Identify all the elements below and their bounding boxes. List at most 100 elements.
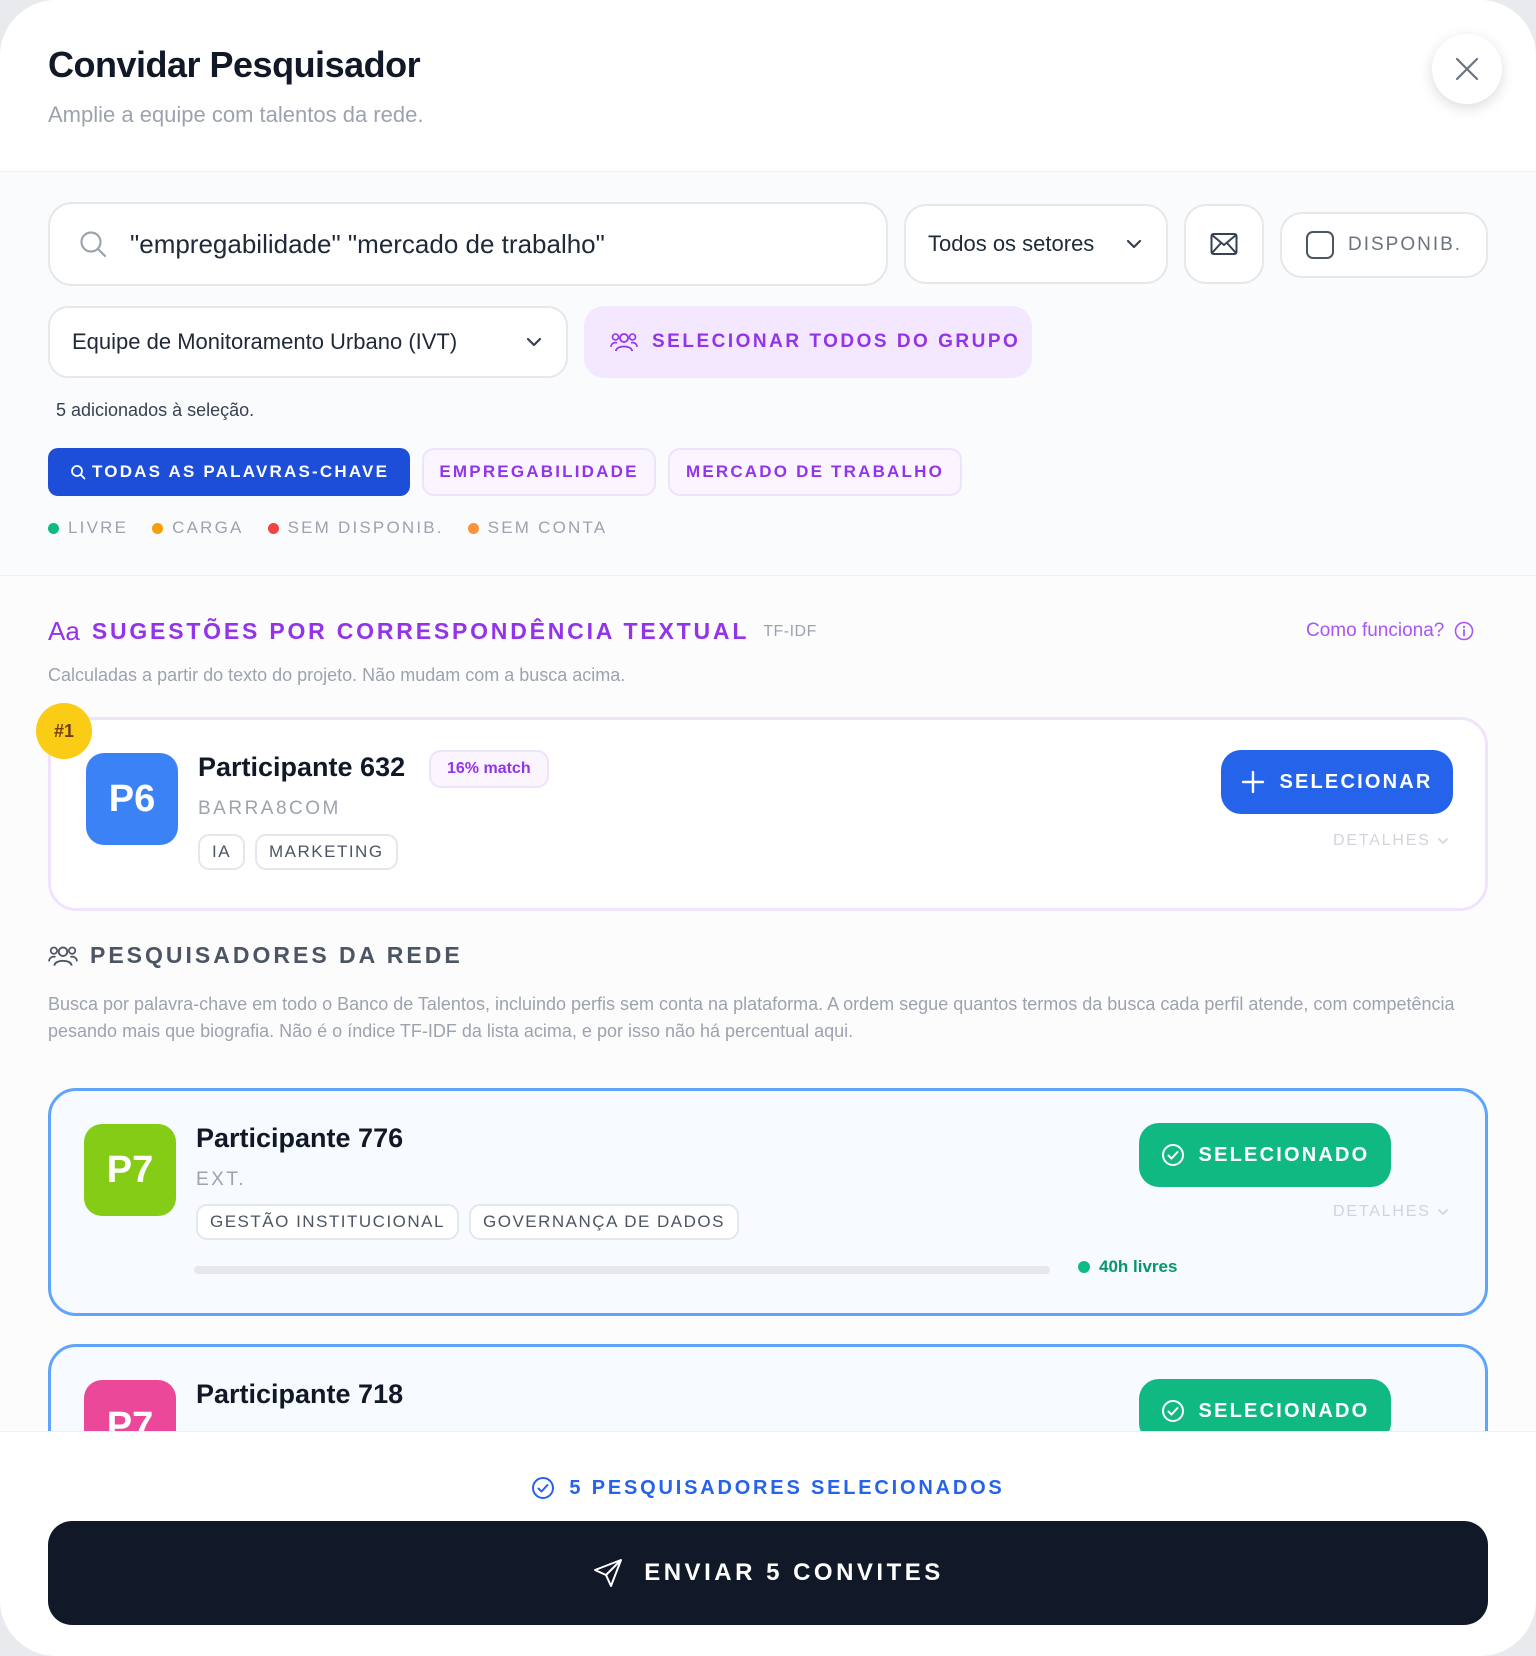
details-toggle[interactable]: DETALHES bbox=[1333, 1203, 1449, 1221]
send-icon bbox=[594, 1559, 623, 1587]
skill-tag: MARKETING bbox=[255, 834, 398, 870]
skill-tag: GOVERNANÇA DE DADOS bbox=[469, 1204, 739, 1240]
modal-subtitle: Amplie a equipe com talentos da rede. bbox=[48, 102, 424, 127]
availability-label: DISPONIB. bbox=[1348, 234, 1463, 255]
search-value: "empregabilidade" "mercado de trabalho" bbox=[130, 228, 605, 259]
legend-unavailable: SEM DISPONIB. bbox=[267, 518, 444, 538]
search-input[interactable]: "empregabilidade" "mercado de trabalho" bbox=[48, 202, 888, 286]
hours-indicator: 40h livres bbox=[1078, 1257, 1177, 1277]
network-header: PESQUISADORES DA REDE bbox=[48, 942, 463, 969]
info-icon bbox=[1455, 621, 1474, 641]
selected-label: SELECIONADO bbox=[1198, 1143, 1370, 1166]
filters-panel: "empregabilidade" "mercado de trabalho" … bbox=[0, 172, 1536, 576]
tfidf-badge: TF-IDF bbox=[763, 622, 817, 640]
selected-button[interactable]: SELECIONADO bbox=[1139, 1379, 1391, 1431]
select-label: SELECIONAR bbox=[1279, 770, 1433, 793]
chip-keyword-mercado-de-trabalho[interactable]: MERCADO DE TRABALHO bbox=[668, 448, 962, 496]
match-badge: 16% match bbox=[429, 750, 549, 788]
selected-count: 5 PESQUISADORES SELECIONADOS bbox=[0, 1476, 1536, 1500]
participant-name: Participante 632 bbox=[198, 752, 406, 782]
chevron-down-icon bbox=[1437, 838, 1448, 845]
send-invites-label: ENVIAR 5 CONVITES bbox=[644, 1559, 944, 1586]
sector-label: Todos os setores bbox=[928, 231, 1095, 256]
chip-label: MERCADO DE TRABALHO bbox=[685, 462, 945, 481]
legend-load: CARGA bbox=[152, 518, 243, 538]
how-it-works-label: Como funciona? bbox=[1306, 620, 1445, 641]
participant-org: BARRA8COM bbox=[198, 798, 341, 819]
check-circle-icon bbox=[1161, 1144, 1184, 1166]
close-button[interactable] bbox=[1432, 34, 1502, 104]
status-legend: LIVRE CARGA SEM DISPONIB. SEM CONTA bbox=[48, 518, 631, 538]
legend-label: LIVRE bbox=[68, 518, 129, 537]
chip-all-keywords[interactable]: TODAS AS PALAVRAS-CHAVE bbox=[48, 448, 410, 496]
group-label: Equipe de Monitoramento Urbano (IVT) bbox=[72, 329, 458, 354]
chip-all-label: TODAS AS PALAVRAS-CHAVE bbox=[92, 462, 390, 481]
selected-count-label: 5 PESQUISADORES SELECIONADOS bbox=[569, 1476, 1005, 1499]
modal-title: Convidar Pesquisador bbox=[48, 44, 421, 85]
check-circle-icon bbox=[1161, 1400, 1184, 1422]
modal-header: Convidar Pesquisador Amplie a equipe com… bbox=[0, 0, 1536, 172]
suggestions-header: Aa SUGESTÕES POR CORRESPONDÊNCIA TEXTUAL… bbox=[48, 616, 817, 647]
close-icon bbox=[1455, 57, 1479, 81]
legend-label: CARGA bbox=[172, 518, 244, 537]
skill-tag: GESTÃO INSTITUCIONAL bbox=[196, 1204, 459, 1240]
select-button[interactable]: SELECIONAR bbox=[1221, 750, 1453, 814]
select-all-group-button[interactable]: SELECIONAR TODOS DO GRUPO bbox=[584, 306, 1032, 378]
details-label: DETALHES bbox=[1333, 1203, 1431, 1220]
group-dropdown[interactable]: Equipe de Monitoramento Urbano (IVT) bbox=[48, 306, 568, 378]
suggestion-card: P6 Participante 632 16% match BARRA8COM … bbox=[48, 717, 1488, 911]
send-invites-button[interactable]: ENVIAR 5 CONVITES bbox=[48, 1521, 1488, 1625]
rank-badge: #1 bbox=[36, 703, 92, 759]
search-icon bbox=[80, 231, 107, 258]
users-icon bbox=[48, 945, 78, 966]
select-all-label: SELECIONAR TODOS DO GRUPO bbox=[652, 331, 1021, 352]
participant-org: EXT. bbox=[196, 1169, 247, 1190]
network-title: PESQUISADORES DA REDE bbox=[90, 942, 463, 968]
users-icon bbox=[610, 333, 638, 352]
skill-tag: IA bbox=[198, 834, 246, 870]
text-match-icon: Aa bbox=[48, 616, 80, 646]
chevron-down-icon bbox=[1437, 1209, 1448, 1216]
researcher-card: P7 Participante 718 SELECIONADO bbox=[48, 1344, 1488, 1431]
details-label: DETALHES bbox=[1333, 832, 1431, 849]
status-dot bbox=[152, 522, 164, 534]
email-filter-button[interactable] bbox=[1184, 204, 1264, 284]
status-dot bbox=[1078, 1261, 1090, 1273]
chevron-down-icon bbox=[526, 337, 542, 347]
selected-button[interactable]: SELECIONADO bbox=[1139, 1123, 1391, 1187]
added-count-text: 5 adicionados à seleção. bbox=[56, 400, 255, 420]
avatar: P7 bbox=[84, 1124, 176, 1216]
details-toggle[interactable]: DETALHES bbox=[1333, 832, 1449, 850]
results-scroll-area[interactable]: Aa SUGESTÕES POR CORRESPONDÊNCIA TEXTUAL… bbox=[0, 576, 1536, 1431]
modal-footer: 5 PESQUISADORES SELECIONADOS ENVIAR 5 CO… bbox=[0, 1431, 1536, 1656]
workload-bar bbox=[194, 1266, 1050, 1274]
chip-label: EMPREGABILIDADE bbox=[439, 462, 639, 481]
researcher-card: P7 Participante 776 EXT. GESTÃO INSTITUC… bbox=[48, 1088, 1488, 1316]
chevron-down-icon bbox=[1126, 239, 1142, 249]
suggestions-description: Calculadas a partir do texto do projeto.… bbox=[48, 665, 626, 685]
check-circle-icon bbox=[532, 1477, 555, 1499]
legend-label: SEM DISPONIB. bbox=[287, 518, 444, 537]
selected-label: SELECIONADO bbox=[1198, 1399, 1370, 1422]
status-dot bbox=[267, 522, 279, 534]
suggestions-title: SUGESTÕES POR CORRESPONDÊNCIA TEXTUAL bbox=[91, 618, 750, 644]
availability-checkbox[interactable]: DISPONIB. bbox=[1280, 212, 1488, 278]
participant-name: Participante 718 bbox=[196, 1379, 404, 1409]
invite-researcher-modal: Convidar Pesquisador Amplie a equipe com… bbox=[0, 0, 1536, 1656]
avatar: P6 bbox=[86, 753, 178, 845]
legend-no-account: SEM CONTA bbox=[467, 518, 608, 538]
status-dot bbox=[48, 522, 59, 534]
sector-dropdown[interactable]: Todos os setores bbox=[904, 204, 1168, 284]
network-description: Busca por palavra-chave em todo o Banco … bbox=[48, 994, 1455, 1041]
search-icon bbox=[71, 465, 86, 480]
status-dot bbox=[467, 522, 479, 534]
checkbox-box bbox=[1306, 231, 1334, 259]
avatar: P7 bbox=[84, 1380, 176, 1431]
participant-name: Participante 776 bbox=[196, 1123, 404, 1153]
plus-icon bbox=[1242, 770, 1265, 794]
legend-free: LIVRE bbox=[48, 518, 128, 538]
how-it-works-link[interactable]: Como funciona? bbox=[1306, 620, 1474, 642]
legend-label: SEM CONTA bbox=[487, 518, 608, 537]
chip-keyword-empregabilidade[interactable]: EMPREGABILIDADE bbox=[422, 448, 656, 496]
hours-label: 40h livres bbox=[1099, 1257, 1178, 1276]
